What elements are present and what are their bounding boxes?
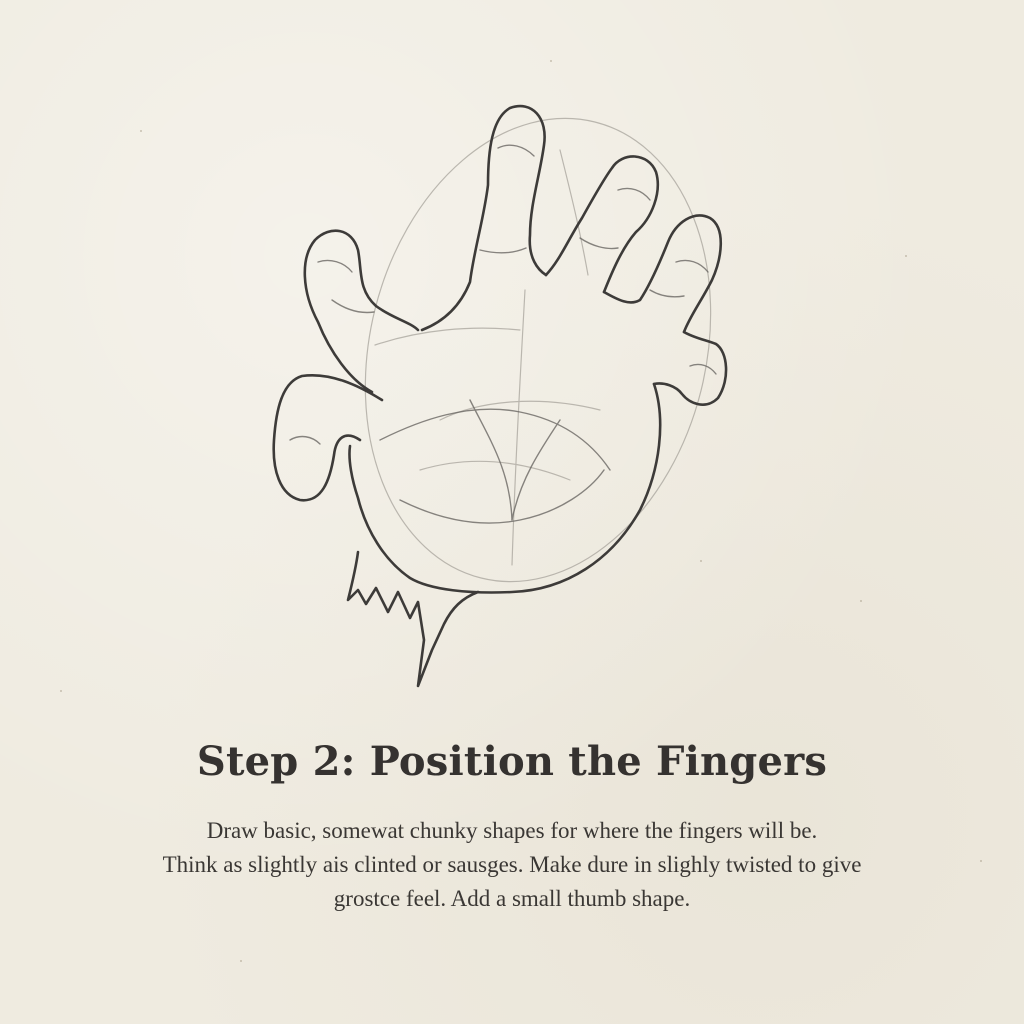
- pinky-finger-outline: [652, 330, 728, 406]
- palm-crease: [399, 469, 605, 524]
- palm-crease: [379, 408, 611, 471]
- knuckle-line: [497, 144, 535, 157]
- ring-finger-outline: [602, 214, 723, 334]
- left-finger-outline: [303, 229, 420, 394]
- knuckle-line: [289, 435, 321, 445]
- finger-joint-line: [579, 237, 619, 250]
- palm-outline: [348, 382, 662, 594]
- palm-crease: [469, 399, 513, 521]
- guide-line: [374, 327, 521, 346]
- knuckle-line: [317, 259, 353, 273]
- wrist-torn-edge: [346, 550, 480, 688]
- construction-guides: [364, 117, 712, 583]
- guide-line: [419, 460, 571, 481]
- palm-crease: [511, 419, 561, 521]
- instruction-line: Draw basic, somewat chunky shapes for wh…: [206, 818, 818, 843]
- hand-contours: [272, 104, 728, 688]
- knuckle-line: [689, 363, 717, 375]
- palm-guide-circle: [364, 117, 712, 583]
- index-finger-outline: [420, 104, 548, 332]
- finger-joint-line: [479, 247, 527, 254]
- step-instructions: Draw basic, somewat chunky shapes for wh…: [100, 814, 924, 916]
- finger-joint-line: [331, 299, 375, 314]
- guide-line: [511, 289, 526, 566]
- knuckle-line: [675, 259, 709, 273]
- guide-line: [439, 400, 601, 421]
- hand-detail-lines: [289, 144, 717, 524]
- finger-joint-line: [649, 289, 685, 298]
- knuckle-line: [617, 187, 651, 201]
- step-title: Step 2: Position the Fingers: [196, 738, 828, 785]
- instruction-line: grostce feel. Add a small thumb shape.: [333, 886, 691, 911]
- middle-finger-outline: [544, 155, 660, 294]
- instruction-line: Think as slightly ais clinted or sausges…: [162, 852, 862, 877]
